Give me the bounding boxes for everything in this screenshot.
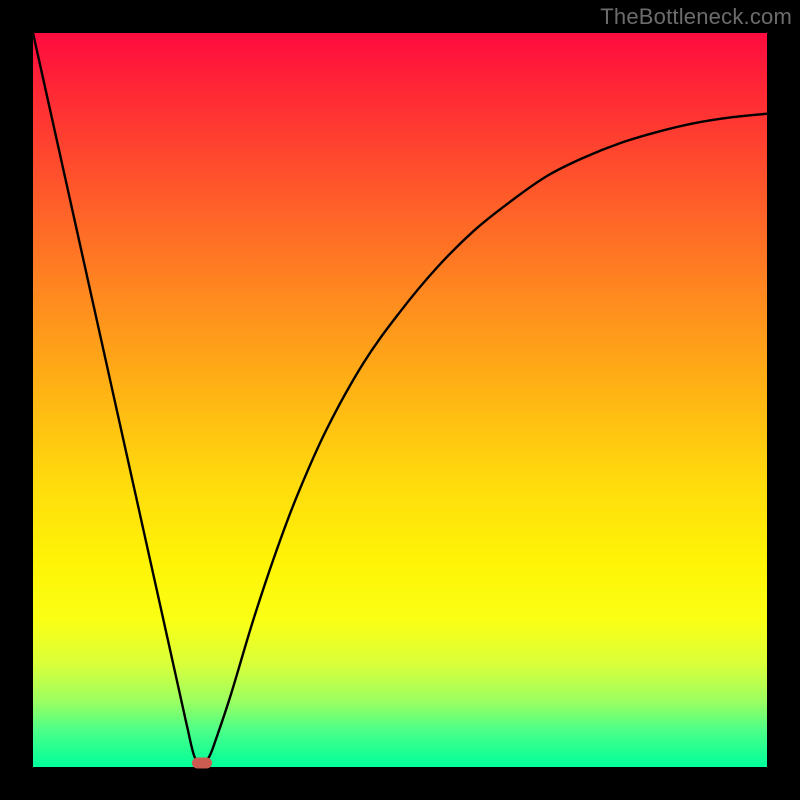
bottleneck-curve	[33, 33, 767, 767]
optimum-marker	[192, 758, 212, 769]
curve-path	[33, 33, 767, 763]
plot-area	[33, 33, 767, 767]
chart-frame: TheBottleneck.com	[0, 0, 800, 800]
watermark-text: TheBottleneck.com	[600, 4, 792, 30]
